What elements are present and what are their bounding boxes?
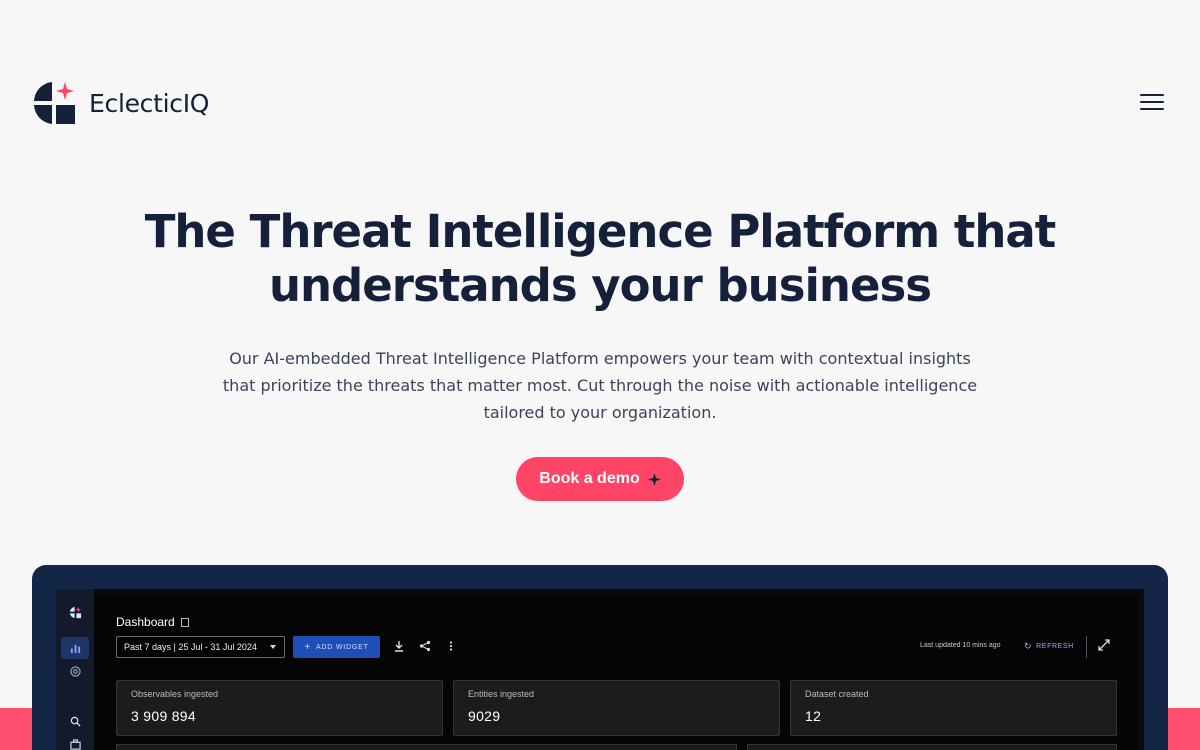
chart-icon[interactable] [61, 637, 89, 659]
more-icon[interactable] [444, 639, 458, 653]
download-icon[interactable] [392, 639, 406, 653]
date-range-select[interactable]: Past 7 days | 25 Jul - 31 Jul 2024 [116, 636, 285, 658]
document-icon[interactable] [180, 617, 189, 627]
hamburger-menu-icon[interactable] [1140, 94, 1164, 112]
app-sidebar [56, 589, 94, 750]
widget-card-partial [747, 744, 1117, 750]
dashboard-title: Dashboard [116, 615, 189, 629]
toolbar-divider [1086, 636, 1087, 658]
hero-title: The Threat Intelligence Platform that un… [144, 205, 1057, 312]
stat-card-observables[interactable]: Observables ingested 3 909 894 [116, 680, 443, 736]
stat-label: Entities ingested [468, 689, 535, 699]
refresh-label: REFRESH [1036, 643, 1074, 650]
stat-value: 9029 [468, 708, 501, 724]
widget-card-partial [116, 744, 737, 750]
refresh-button[interactable]: ↻ REFRESH [1024, 641, 1074, 652]
sparkle-icon [647, 472, 661, 486]
target-icon[interactable] [61, 660, 89, 682]
last-updated-text: Last updated 10 mins ago [920, 642, 1001, 649]
hero-subtitle: Our AI-embedded Threat Intelligence Plat… [222, 349, 978, 422]
stat-card-datasets[interactable]: Dataset created 12 [790, 680, 1117, 736]
site-header: EclecticIQ [32, 80, 1168, 126]
plus-icon: + [304, 641, 311, 653]
add-widget-button[interactable]: + ADD WIDGET [293, 636, 380, 658]
app-logo-icon [61, 601, 89, 623]
dashboard-title-text: Dashboard [116, 615, 175, 629]
stat-value: 12 [805, 708, 822, 724]
stat-label: Observables ingested [131, 689, 219, 699]
book-demo-button[interactable]: Book a demo [516, 457, 684, 501]
logo-mark-icon [34, 82, 75, 124]
stat-value: 3 909 894 [131, 708, 196, 724]
brand-name: EclecticIQ [89, 88, 210, 118]
add-widget-label: ADD WIDGET [315, 643, 369, 651]
stat-card-entities[interactable]: Entities ingested 9029 [453, 680, 780, 736]
refresh-icon: ↻ [1024, 641, 1033, 651]
brand-logo[interactable]: EclecticIQ [32, 80, 209, 126]
briefcase-icon[interactable] [61, 733, 89, 750]
share-icon[interactable] [418, 639, 432, 653]
stat-label: Dataset created [805, 689, 869, 699]
book-demo-label: Book a demo [539, 470, 640, 487]
date-range-value: Past 7 days | 25 Jul - 31 Jul 2024 [124, 642, 257, 652]
expand-icon[interactable] [1098, 639, 1110, 654]
search-icon[interactable] [61, 710, 89, 732]
caret-down-icon [270, 645, 276, 649]
